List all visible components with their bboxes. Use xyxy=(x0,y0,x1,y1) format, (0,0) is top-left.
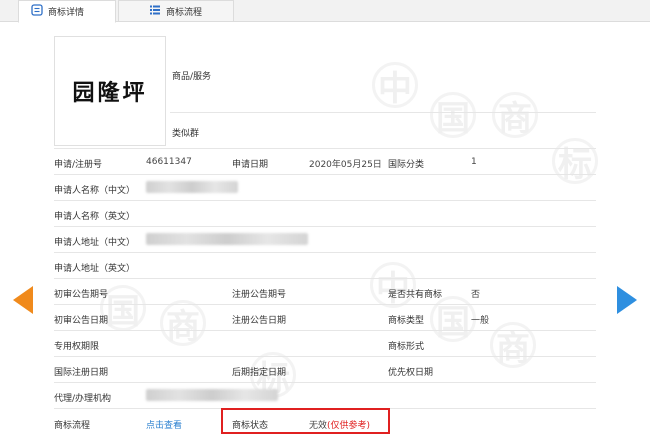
watermark: 标 xyxy=(552,138,598,185)
divider xyxy=(54,304,596,305)
tm-form-label: 商标形式 xyxy=(388,342,425,352)
divider xyxy=(54,252,596,253)
goods-services-label: 商品/服务 xyxy=(172,72,212,82)
list-icon xyxy=(149,4,161,19)
intl-class-value: 1 xyxy=(471,157,477,167)
applicant-cn-label: 申请人名称（中文） xyxy=(54,186,136,196)
document-icon xyxy=(31,4,43,19)
view-process-link[interactable]: 点击查看 xyxy=(146,418,182,431)
divider xyxy=(54,174,596,175)
apply-date-value: 2020年05月25日 xyxy=(309,160,382,170)
divider xyxy=(54,226,596,227)
agent-label: 代理/办理机构 xyxy=(54,394,112,404)
watermark: 国 xyxy=(430,296,476,343)
trademark-image: 园隆坪 xyxy=(54,36,166,146)
next-arrow-icon[interactable] xyxy=(617,286,637,314)
reg-notice-date-label: 注册公告日期 xyxy=(232,316,287,326)
apply-date-label: 申请日期 xyxy=(232,160,269,170)
prev-arrow-icon[interactable] xyxy=(13,286,33,314)
intl-class-label: 国际分类 xyxy=(388,160,425,170)
divider xyxy=(54,200,596,201)
divider xyxy=(54,382,596,383)
divider xyxy=(54,278,596,279)
watermark: 商 xyxy=(492,92,538,139)
process-label: 商标流程 xyxy=(54,421,91,431)
status-note: (仅供参考) xyxy=(327,421,371,431)
prelim-date-label: 初审公告日期 xyxy=(54,316,109,326)
divider xyxy=(54,148,596,149)
redacted-address xyxy=(146,233,308,245)
watermark: 国 xyxy=(430,92,476,139)
shared-value: 否 xyxy=(471,290,481,300)
priority-date-label: 优先权日期 xyxy=(388,368,434,378)
watermark: 商 xyxy=(160,300,206,347)
tab-trademark-process[interactable]: 商标流程 xyxy=(118,0,234,22)
divider xyxy=(54,330,596,331)
later-date-label: 后期指定日期 xyxy=(232,368,287,378)
tab-trademark-details[interactable]: 商标详情 xyxy=(18,0,116,23)
address-en-label: 申请人地址（英文） xyxy=(54,264,136,274)
trademark-logo-text: 园隆坪 xyxy=(72,80,148,106)
tm-type-label: 商标类型 xyxy=(388,316,425,326)
watermark: 商 xyxy=(490,322,536,369)
watermark: 中 xyxy=(370,262,416,309)
shared-label: 是否共有商标 xyxy=(388,290,443,300)
reg-no-label: 申请/注册号 xyxy=(54,160,103,170)
tab-bar: 商标详情 商标流程 xyxy=(0,0,650,23)
intl-reg-date-label: 国际注册日期 xyxy=(54,368,109,378)
redacted-agent xyxy=(146,389,278,401)
similar-group-label: 类似群 xyxy=(172,129,200,139)
reg-notice-no-label: 注册公告期号 xyxy=(232,290,287,300)
status-label: 商标状态 xyxy=(232,421,269,431)
reg-no-value: 46611347 xyxy=(146,157,192,167)
prelim-no-label: 初审公告期号 xyxy=(54,290,109,300)
address-cn-label: 申请人地址（中文） xyxy=(54,238,136,248)
exclusive-period-label: 专用权期限 xyxy=(54,342,100,352)
tm-type-value: 一般 xyxy=(471,316,490,326)
redacted-applicant-name xyxy=(146,181,238,193)
divider xyxy=(54,356,596,357)
status-text: 无效 xyxy=(309,421,328,431)
applicant-en-label: 申请人名称（英文） xyxy=(54,212,136,222)
tab-label: 商标详情 xyxy=(48,8,85,18)
tab-label: 商标流程 xyxy=(166,7,203,18)
divider xyxy=(170,112,596,113)
status-value: 无效(仅供参考) xyxy=(309,418,370,431)
watermark: 中 xyxy=(372,62,418,109)
